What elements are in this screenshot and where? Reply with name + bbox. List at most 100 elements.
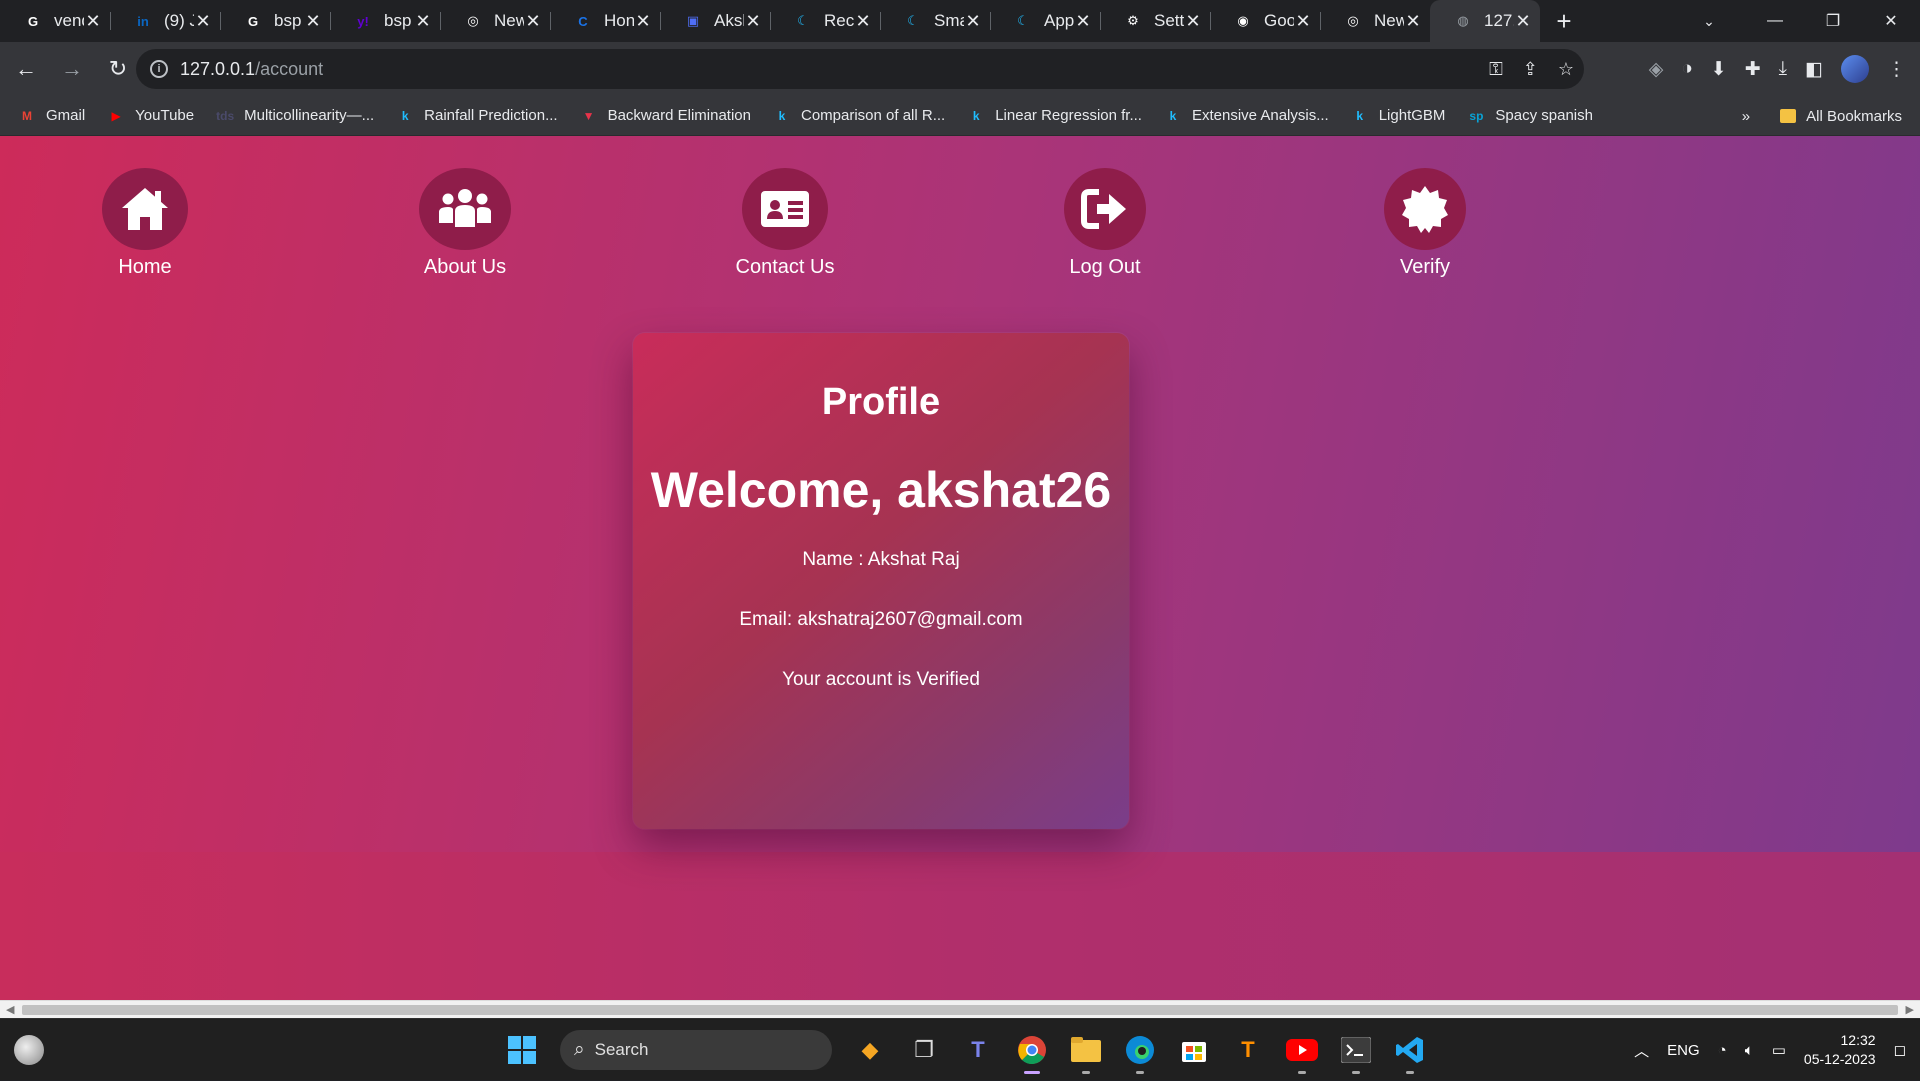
close-tab-icon[interactable]: ✕: [964, 11, 982, 32]
tab-10[interactable]: ⚙ Setti✕: [1100, 0, 1210, 42]
bookmark-3[interactable]: k Rainfall Prediction...: [396, 107, 558, 125]
tab-12[interactable]: ◎ New ✕: [1320, 0, 1430, 42]
extension-icon[interactable]: ◑: [1681, 58, 1692, 80]
tab-11[interactable]: ◉ Goo ✕: [1210, 0, 1320, 42]
notifications-icon[interactable]: ◻: [1894, 1041, 1906, 1059]
tensorflow-icon[interactable]: T: [1226, 1028, 1270, 1072]
close-tab-icon[interactable]: ✕: [304, 11, 322, 32]
site-info-icon[interactable]: i: [150, 60, 168, 78]
tab-title: vend: [54, 11, 84, 30]
close-tab-icon[interactable]: ✕: [414, 11, 432, 32]
close-tab-icon[interactable]: ✕: [634, 11, 652, 32]
side-panel-icon[interactable]: ◧: [1805, 58, 1823, 81]
nav-log-out[interactable]: Log Out: [1015, 168, 1195, 279]
tab-8[interactable]: ☾ Sma✕: [880, 0, 990, 42]
scroll-right-arrow-icon[interactable]: ▶: [1906, 1003, 1914, 1016]
share-icon[interactable]: ⇪: [1523, 59, 1538, 80]
vscode-icon[interactable]: [1388, 1028, 1432, 1074]
scrollbar-thumb[interactable]: [22, 1005, 1898, 1015]
extension-download-arrow-icon[interactable]: ⬇: [1711, 58, 1727, 81]
tab-3[interactable]: y! bsp ✕: [330, 0, 440, 42]
nav-home[interactable]: Home: [55, 168, 235, 279]
bookmark-8[interactable]: k LightGBM: [1351, 107, 1445, 125]
close-tab-icon[interactable]: ✕: [854, 11, 872, 32]
key-icon[interactable]: ⚿: [1489, 59, 1503, 80]
scroll-left-arrow-icon[interactable]: ◀: [6, 1003, 14, 1016]
close-tab-icon[interactable]: ✕: [524, 11, 542, 32]
puzzle-icon[interactable]: ✚: [1745, 58, 1761, 81]
task-view-icon[interactable]: ❐: [902, 1028, 946, 1072]
taskbar-search[interactable]: ⌕ Search: [560, 1030, 832, 1070]
tray-chevron-icon[interactable]: ︿: [1634, 1040, 1649, 1061]
tab-search-chevron-icon[interactable]: ⌄: [1688, 0, 1730, 42]
logout-icon[interactable]: [1064, 168, 1146, 250]
wifi-icon[interactable]: ◔: [1718, 1042, 1727, 1059]
battery-icon[interactable]: ▭: [1772, 1041, 1786, 1059]
reload-button[interactable]: ↻: [98, 49, 138, 89]
bookmark-star-icon[interactable]: ☆: [1558, 59, 1574, 80]
extension-robot-icon[interactable]: ◈: [1649, 58, 1664, 81]
menu-kebab-icon[interactable]: ⋮: [1887, 58, 1906, 81]
users-icon[interactable]: [419, 168, 511, 250]
tab-13[interactable]: ◍ 127. ✕: [1430, 0, 1540, 42]
tab-4[interactable]: ◎ New ✕: [440, 0, 550, 42]
weather-widget-icon[interactable]: [14, 1035, 44, 1065]
start-windows-icon[interactable]: [500, 1028, 544, 1072]
copilot-icon[interactable]: ◆: [848, 1028, 892, 1072]
language-indicator[interactable]: ENG: [1667, 1042, 1700, 1059]
bookmark-9[interactable]: sp Spacy spanish: [1467, 107, 1593, 125]
close-tab-icon[interactable]: ✕: [1294, 11, 1312, 32]
restore-button[interactable]: ❐: [1804, 0, 1862, 42]
contact-card-icon[interactable]: [742, 168, 828, 250]
tab-6[interactable]: ▣ Aksl ✕: [660, 0, 770, 42]
back-button[interactable]: ←: [6, 49, 46, 89]
close-tab-icon[interactable]: ✕: [84, 11, 102, 32]
bookmark-4[interactable]: ▼ Backward Elimination: [580, 107, 751, 125]
terminal-icon[interactable]: [1334, 1028, 1378, 1074]
tab-strip: Gvend✕in(9) J✕Gbsp✕y!bsp✕◎New✕CHon✕▣Aksl…: [0, 0, 1920, 42]
teams-icon[interactable]: T: [956, 1028, 1000, 1072]
bookmark-5[interactable]: k Comparison of all R...: [773, 107, 946, 125]
bookmark-2[interactable]: tds Multicollinearity—...: [216, 107, 374, 125]
home-icon[interactable]: [102, 168, 188, 250]
bookmark-0[interactable]: M Gmail: [18, 107, 85, 125]
close-tab-icon[interactable]: ✕: [1074, 11, 1092, 32]
bookmark-6[interactable]: k Linear Regression fr...: [967, 107, 1142, 125]
tab-7[interactable]: ☾ Reco✕: [770, 0, 880, 42]
tab-5[interactable]: C Hon ✕: [550, 0, 660, 42]
horizontal-scrollbar[interactable]: ◀ ▶: [0, 1000, 1920, 1018]
nav-contact-us[interactable]: Contact Us: [695, 168, 875, 279]
tab-1[interactable]: in (9) J ✕: [110, 0, 220, 42]
bookmark-1[interactable]: ▶ YouTube: [107, 107, 195, 125]
triangle-icon: ▼: [582, 108, 595, 123]
tab-0[interactable]: Gvend✕: [0, 0, 110, 42]
close-tab-icon[interactable]: ✕: [1514, 11, 1532, 32]
youtube-taskbar-icon[interactable]: [1280, 1028, 1324, 1074]
forward-button[interactable]: →: [52, 49, 92, 89]
tab-9[interactable]: ☾ App ✕: [990, 0, 1100, 42]
downloads-icon[interactable]: ⤓: [1779, 58, 1787, 80]
volume-icon[interactable]: 🔈︎: [1745, 1042, 1754, 1059]
profile-avatar[interactable]: [1841, 55, 1869, 83]
nav-verify[interactable]: Verify: [1335, 168, 1515, 279]
bookmark-7[interactable]: k Extensive Analysis...: [1164, 107, 1329, 125]
verification-status: Your account is Verified: [782, 669, 980, 690]
new-tab-button[interactable]: +: [1544, 0, 1584, 42]
close-tab-icon[interactable]: ✕: [194, 11, 212, 32]
clock[interactable]: 12:32 05-12-2023: [1804, 1031, 1876, 1069]
close-tab-icon[interactable]: ✕: [744, 11, 762, 32]
minimize-button[interactable]: —: [1746, 0, 1804, 42]
address-bar[interactable]: i 127.0.0.1/account ⚿ ⇪ ☆: [136, 49, 1584, 89]
close-tab-icon[interactable]: ✕: [1184, 11, 1202, 32]
close-window-button[interactable]: ✕: [1862, 0, 1920, 42]
edge-icon[interactable]: [1118, 1028, 1162, 1074]
tab-2[interactable]: Gbsp ✕: [220, 0, 330, 42]
all-bookmarks-button[interactable]: All Bookmarks: [1780, 108, 1902, 125]
nav-about-us[interactable]: About Us: [375, 168, 555, 279]
verified-badge-icon[interactable]: [1384, 168, 1466, 250]
chrome-taskbar-icon[interactable]: [1010, 1028, 1054, 1074]
store-icon[interactable]: [1172, 1028, 1216, 1072]
file-explorer-icon[interactable]: [1064, 1028, 1108, 1074]
bookmarks-overflow-button[interactable]: »: [1742, 108, 1750, 125]
close-tab-icon[interactable]: ✕: [1404, 11, 1422, 32]
